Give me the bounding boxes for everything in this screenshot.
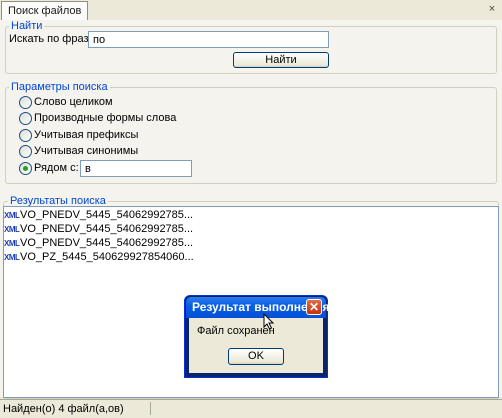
result-filename: VO_PNEDV_5445_54062992785... (20, 237, 194, 249)
dialog-close-icon[interactable]: ✕ (306, 299, 322, 315)
tab-file-search[interactable]: Поиск файлов (1, 1, 89, 20)
result-item[interactable]: XMLVO_PNEDV_5445_54062992785... (4, 222, 498, 236)
radio-whole-word-label[interactable]: Слово целиком (34, 95, 113, 109)
dialog-body: Файл сохранен OK (189, 318, 323, 373)
radio-prefixes[interactable] (19, 129, 32, 142)
result-dialog: Результат выполнения ✕ Файл сохранен OK (184, 295, 329, 378)
radio-word-forms-label[interactable]: Производные формы слова (34, 111, 176, 125)
tab-label: Поиск файлов (8, 5, 82, 17)
xml-file-icon: XML (4, 239, 20, 248)
radio-whole-word[interactable] (19, 96, 32, 109)
radio-synonyms-label[interactable]: Учитывая синонимы (34, 144, 138, 158)
cursor-arrow-icon (263, 313, 275, 330)
radio-prefixes-label[interactable]: Учитывая префиксы (34, 128, 138, 142)
xml-file-icon: XML (4, 225, 20, 234)
radio-selected-dot (23, 166, 28, 171)
radio-word-forms[interactable] (19, 112, 32, 125)
find-button[interactable]: Найти (233, 52, 329, 68)
result-item[interactable]: XMLVO_PNEDV_5445_54062992785... (4, 236, 498, 250)
radio-near-label[interactable]: Рядом с: (34, 161, 79, 175)
dialog-title-bar[interactable]: Результат выполнения ✕ (186, 297, 329, 318)
status-text: Найден(о) 4 файл(а,ов) (3, 403, 124, 415)
xml-file-icon: XML (4, 253, 20, 262)
search-phrase-label: Искать по фразе: (9, 33, 98, 45)
params-group-legend: Параметры поиска (9, 81, 110, 94)
result-filename: VO_PNEDV_5445_54062992785... (20, 209, 194, 221)
xml-file-icon: XML (4, 211, 20, 220)
ok-button[interactable]: OK (228, 348, 284, 365)
near-word-input[interactable] (80, 160, 192, 177)
result-filename: VO_PNEDV_5445_54062992785... (20, 223, 194, 235)
radio-synonyms[interactable] (19, 145, 32, 158)
status-separator (150, 402, 151, 415)
result-item[interactable]: XMLVO_PZ_5445_540629927854060... (4, 250, 498, 264)
result-item[interactable]: XMLVO_PNEDV_5445_54062992785... (4, 208, 498, 222)
result-filename: VO_PZ_5445_540629927854060... (20, 251, 194, 263)
radio-near[interactable] (19, 162, 32, 175)
search-phrase-input[interactable] (88, 31, 329, 48)
close-tab-icon[interactable]: × (486, 3, 498, 15)
